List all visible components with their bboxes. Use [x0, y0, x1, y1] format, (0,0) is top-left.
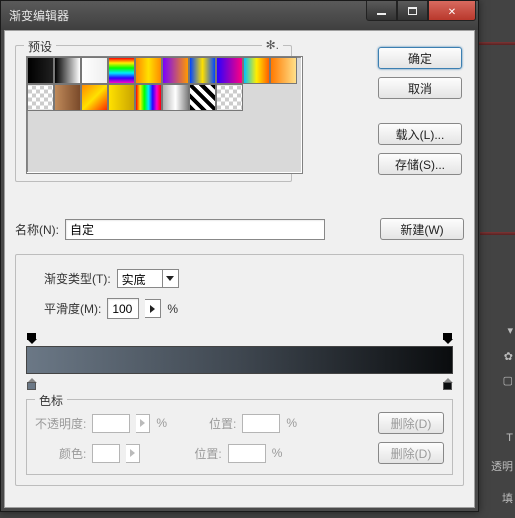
stops-legend: 色标: [35, 392, 67, 409]
percent-label: %: [286, 416, 297, 430]
preset-swatch-grid[interactable]: [26, 56, 303, 174]
position-label: 位置:: [194, 445, 221, 462]
chevron-right-icon: [150, 305, 155, 313]
gradient-editor-window: 渐变编辑器 预设 ✻.: [0, 0, 479, 512]
opacity-stop-right[interactable]: [442, 333, 453, 344]
preset-swatch[interactable]: [108, 57, 135, 84]
color-swatch-input: [92, 444, 120, 463]
maximize-icon: [408, 7, 417, 15]
minimize-icon: [377, 13, 386, 15]
presets-menu-icon[interactable]: ✻.: [262, 38, 283, 52]
bg-icon: ✿: [504, 350, 513, 363]
name-label: 名称(N):: [15, 221, 59, 238]
bg-fill-label: 填: [502, 490, 513, 506]
close-icon: [448, 4, 456, 18]
minimize-button[interactable]: [366, 1, 397, 21]
preset-swatch[interactable]: [81, 57, 108, 84]
opacity-stop-left[interactable]: [26, 333, 37, 344]
preset-swatch[interactable]: [162, 57, 189, 84]
preset-swatch[interactable]: [162, 84, 189, 111]
color-label: 颜色:: [59, 445, 86, 462]
smoothness-input[interactable]: [107, 298, 139, 319]
bg-type-tool: T: [506, 432, 513, 444]
gradient-track[interactable]: [26, 333, 453, 389]
preset-swatch[interactable]: [27, 57, 54, 84]
maximize-button[interactable]: [397, 1, 428, 21]
percent-label: %: [156, 416, 167, 430]
bg-icon2: ▢: [503, 374, 513, 387]
opacity-label: 不透明度:: [35, 415, 86, 432]
cancel-button[interactable]: 取消: [378, 77, 462, 99]
color-stop-left[interactable]: [26, 378, 37, 389]
window-title: 渐变编辑器: [9, 7, 69, 24]
gradient-type-select[interactable]: 实底: [117, 269, 179, 288]
load-button[interactable]: 载入(L)...: [378, 123, 462, 145]
preset-swatch[interactable]: [135, 84, 162, 111]
percent-label: %: [167, 302, 178, 316]
titlebar[interactable]: 渐变编辑器: [1, 1, 478, 30]
delete-color-stop-button: 删除(D): [378, 442, 444, 464]
preset-swatch[interactable]: [189, 84, 216, 111]
color-position-input: [228, 444, 266, 463]
ok-button[interactable]: 确定: [378, 47, 462, 69]
color-stepper: [126, 444, 140, 463]
preset-swatch[interactable]: [135, 57, 162, 84]
percent-label: %: [272, 446, 283, 460]
color-stop-right[interactable]: [442, 378, 453, 389]
close-button[interactable]: [428, 1, 476, 21]
preset-swatch[interactable]: [54, 57, 81, 84]
preset-swatch[interactable]: [216, 57, 243, 84]
gradient-type-label: 渐变类型(T):: [44, 270, 111, 287]
preset-swatch[interactable]: [216, 84, 243, 111]
delete-opacity-stop-button: 删除(D): [378, 412, 444, 434]
gradient-settings-fieldset: 渐变类型(T): 实底 平滑度(M): % 色标: [15, 254, 464, 486]
preset-swatch[interactable]: [54, 84, 81, 111]
presets-legend: 预设: [24, 38, 56, 55]
new-button[interactable]: 新建(W): [380, 218, 464, 240]
gradient-bar[interactable]: [26, 346, 453, 374]
name-input[interactable]: [65, 219, 325, 240]
preset-swatch[interactable]: [81, 84, 108, 111]
opacity-position-input: [242, 414, 280, 433]
chevron-down-icon: [163, 269, 179, 288]
opacity-input: [92, 414, 130, 433]
preset-swatch[interactable]: [243, 57, 270, 84]
presets-fieldset: 预设 ✻.: [15, 45, 292, 182]
opacity-stepper: [136, 414, 150, 433]
smoothness-stepper[interactable]: [145, 299, 161, 318]
gradient-type-value: 实底: [117, 269, 163, 288]
preset-swatch[interactable]: [189, 57, 216, 84]
smoothness-label: 平滑度(M):: [44, 300, 101, 317]
stops-fieldset: 色标 不透明度: % 位置: % 删除(D) 颜色:: [26, 399, 453, 475]
bg-panel-toggle: ▾: [507, 324, 513, 337]
save-button[interactable]: 存储(S)...: [378, 153, 462, 175]
preset-swatch[interactable]: [27, 84, 54, 111]
preset-swatch[interactable]: [108, 84, 135, 111]
bg-opacity-label: 透明: [491, 458, 513, 474]
position-label: 位置:: [209, 415, 236, 432]
preset-swatch[interactable]: [270, 57, 297, 84]
